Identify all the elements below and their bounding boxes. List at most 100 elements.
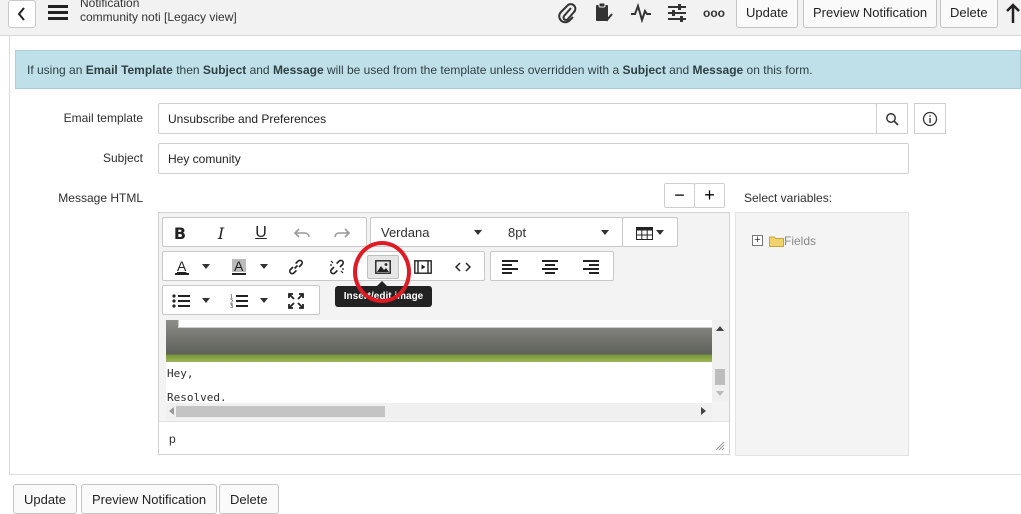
increase-height-button[interactable]: + (694, 183, 725, 208)
font-size-dropdown-icon (601, 230, 609, 235)
image-icon (375, 260, 391, 274)
link-icon[interactable] (284, 256, 308, 278)
scroll-right-icon (701, 407, 706, 415)
toolbar-group-format: B I U (162, 217, 367, 247)
italic-icon[interactable]: I (209, 222, 233, 244)
info-text: then (172, 63, 203, 77)
footer-preview-notification-button[interactable]: Preview Notification (81, 484, 218, 514)
scroll-down-icon (716, 391, 724, 396)
svg-text:3: 3 (230, 304, 233, 308)
table-dropdown-icon (656, 230, 664, 235)
element-path: p (159, 421, 729, 454)
toolbar-group-lists: 123 (162, 285, 320, 315)
preview-notification-button[interactable]: Preview Notification (803, 0, 938, 28)
table-icon[interactable] (632, 222, 656, 244)
content-line-body: Resolved. (167, 391, 227, 403)
subject-field[interactable]: Hey comunity (158, 143, 909, 174)
svg-text:A: A (234, 258, 244, 274)
align-center-icon[interactable] (538, 256, 562, 278)
paperclip-icon[interactable] (556, 2, 578, 24)
decrease-height-button[interactable]: − (664, 183, 695, 208)
context-menu-icon[interactable] (48, 3, 68, 21)
info-bold-text: Email Template (85, 63, 173, 77)
bold-icon[interactable]: B (168, 222, 192, 244)
folder-icon (769, 236, 784, 247)
more-options-icon[interactable]: ooo (703, 2, 725, 24)
vertical-scrollbar[interactable] (712, 320, 729, 402)
bullet-list-icon[interactable] (169, 290, 193, 312)
scroll-left-icon (169, 407, 174, 415)
background-color-icon[interactable]: A (227, 256, 251, 278)
form-left-border (9, 36, 10, 474)
activity-icon[interactable] (630, 2, 652, 24)
variables-panel: + Fields (735, 212, 909, 456)
update-button[interactable]: Update (736, 0, 798, 28)
footer-update-button[interactable]: Update (13, 484, 77, 514)
arrow-up-icon[interactable] (1004, 2, 1021, 24)
email-template-label: Email template (63, 111, 143, 125)
expand-icon[interactable]: + (752, 235, 763, 246)
background-color-dropdown-icon (260, 264, 268, 269)
redo-icon[interactable] (330, 222, 354, 244)
align-left-icon[interactable] (498, 256, 522, 278)
source-code-icon[interactable] (451, 256, 475, 278)
vertical-scroll-thumb[interactable] (715, 369, 725, 385)
record-title: Notification community noti [Legacy view… (80, 0, 237, 24)
email-template-field[interactable]: Unsubscribe and Preferences (158, 103, 877, 134)
underline-icon[interactable]: U (249, 222, 273, 244)
horizontal-scroll-thumb[interactable] (176, 406, 385, 417)
font-size-select[interactable]: 8pt (508, 225, 526, 240)
footer-delete-button[interactable]: Delete (219, 484, 279, 514)
embedded-image-overlay (178, 320, 712, 328)
horizontal-scrollbar[interactable] (166, 403, 712, 419)
back-button[interactable] (8, 0, 36, 28)
info-text: and (246, 63, 273, 77)
media-icon[interactable] (411, 256, 435, 278)
reference-info-button[interactable] (914, 103, 946, 134)
scroll-up-icon (716, 326, 724, 331)
font-family-dropdown-icon (474, 230, 482, 235)
delete-button[interactable]: Delete (940, 0, 998, 28)
info-icon (922, 111, 938, 126)
toolbar-group-font: Verdana 8pt (370, 217, 623, 247)
info-text: and (665, 63, 693, 77)
info-bold-text: Subject (622, 63, 666, 77)
text-color-dropdown-icon (202, 264, 210, 269)
info-bold-text: Message (272, 63, 324, 77)
info-message: If using an Email Template then Subject … (15, 50, 1021, 89)
toolbar-group-align (490, 251, 614, 281)
insert-image-button[interactable] (367, 255, 399, 279)
editor-content[interactable]: Hey, Resolved. (166, 320, 712, 403)
sliders-icon[interactable] (666, 2, 688, 24)
fullscreen-icon[interactable] (284, 290, 308, 312)
svg-text:A: A (177, 258, 187, 274)
info-bold-text: Subject (202, 63, 247, 77)
content-line-greeting: Hey, (167, 367, 194, 380)
search-icon (886, 112, 899, 126)
info-text: on this form. (743, 63, 813, 77)
unlink-icon[interactable] (325, 256, 349, 278)
toolbar-group-table (622, 217, 678, 247)
clipboard-check-icon[interactable] (592, 2, 614, 24)
fields-tree-item[interactable]: Fields (784, 234, 816, 248)
form-bottom-border (9, 474, 1021, 475)
insert-image-tooltip: Insert/edit image (335, 281, 432, 307)
text-color-icon[interactable]: A (170, 256, 194, 278)
form-header: Notification community noti [Legacy view… (0, 0, 1021, 36)
subject-label: Subject (102, 151, 143, 165)
record-type: Notification (80, 0, 140, 10)
info-text: will be used from the template unless ov… (323, 63, 623, 77)
resize-handle-icon[interactable] (715, 441, 725, 451)
undo-icon[interactable] (290, 222, 314, 244)
toolbar-group-insert: A A (162, 251, 485, 281)
bullet-list-dropdown-icon (202, 298, 210, 303)
numbered-list-icon[interactable]: 123 (227, 290, 251, 312)
numbered-list-dropdown-icon (260, 298, 268, 303)
chevron-left-icon (17, 7, 25, 21)
record-name: community noti [Legacy view] (80, 10, 237, 24)
font-family-select[interactable]: Verdana (381, 225, 429, 240)
info-bold-text: Message (692, 63, 744, 77)
lookup-button[interactable] (876, 103, 908, 134)
align-right-icon[interactable] (579, 256, 603, 278)
message-html-label: Message HTML (58, 191, 143, 205)
